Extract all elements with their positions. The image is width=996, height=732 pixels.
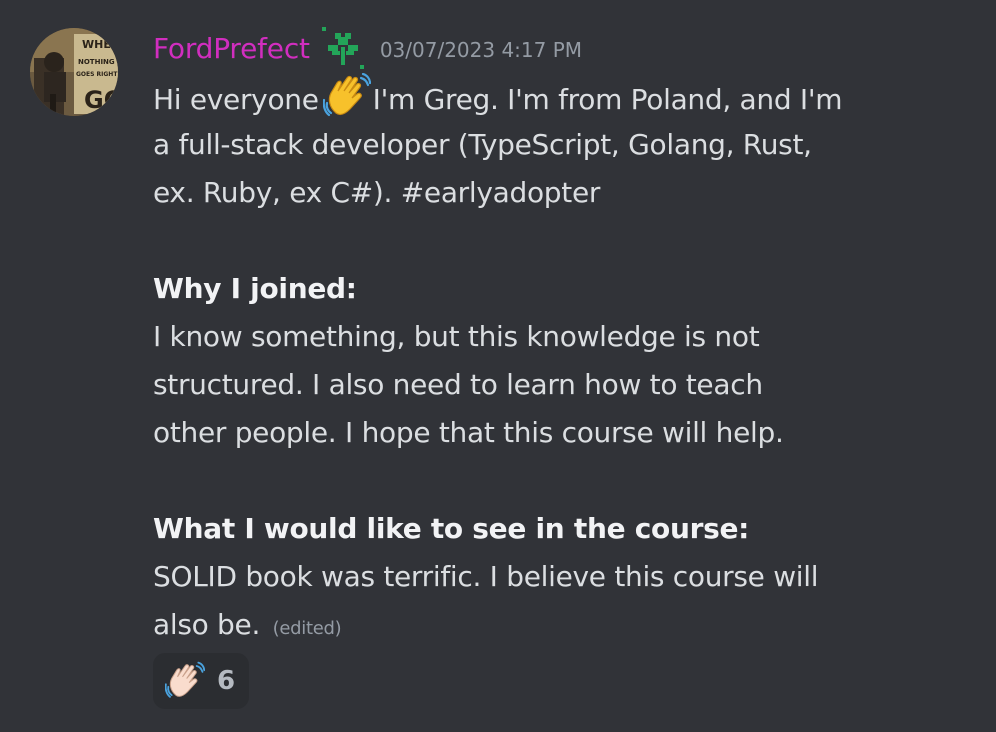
reaction-waving-hand[interactable]: 6 bbox=[153, 653, 250, 709]
chat-message: WHE NOTHING GOES RIGHT GO FordPrefect 03… bbox=[0, 0, 996, 732]
edited-label: (edited) bbox=[272, 618, 342, 639]
reaction-count: 6 bbox=[217, 666, 236, 696]
user-avatar[interactable]: WHE NOTHING GOES RIGHT GO bbox=[30, 28, 118, 116]
reactions-bar: 6 bbox=[153, 653, 250, 709]
message-line: structured. I also need to learn how to … bbox=[153, 368, 763, 401]
message-timestamp[interactable]: 03/07/2023 4:17 PM bbox=[380, 38, 582, 62]
avatar-photo-icon: WHE NOTHING GOES RIGHT GO bbox=[30, 28, 118, 116]
message-line: a full-stack developer (TypeScript, Gola… bbox=[153, 128, 812, 161]
svg-text:GOES RIGHT: GOES RIGHT bbox=[76, 71, 118, 78]
sprout-icon[interactable] bbox=[321, 27, 364, 69]
message-line: SOLID book was terrific. I believe this … bbox=[153, 560, 819, 593]
message-content: Hi everyone I'm Greg. I'm from Poland, a… bbox=[153, 72, 973, 649]
closing-text: also be. bbox=[153, 608, 261, 641]
message-line: other people. I hope that this course wi… bbox=[153, 416, 784, 449]
message-line: I know something, but this knowledge is … bbox=[153, 320, 760, 353]
message-header: FordPrefect 03/07/2023 4:17 PM bbox=[153, 26, 582, 70]
message-line: ex. Ruby, ex C#). #earlyadopter bbox=[153, 176, 601, 209]
message-line: also be. (edited) bbox=[153, 601, 973, 649]
wishes-heading: What I would like to see in the course: bbox=[153, 512, 750, 545]
waving-hand-emoji-icon[interactable] bbox=[322, 72, 371, 119]
intro-text: I'm Greg. I'm from Poland, and I'm bbox=[372, 83, 843, 116]
svg-text:NOTHING: NOTHING bbox=[78, 58, 115, 66]
message-line: Hi everyone I'm Greg. I'm from Poland, a… bbox=[153, 72, 973, 121]
greeting-text: Hi everyone bbox=[153, 83, 319, 116]
svg-text:WHE: WHE bbox=[82, 38, 111, 51]
waving-hand-emoji-icon bbox=[164, 661, 206, 701]
why-joined-heading: Why I joined: bbox=[153, 272, 357, 305]
username[interactable]: FordPrefect bbox=[153, 32, 310, 65]
svg-text:GO: GO bbox=[84, 86, 118, 114]
